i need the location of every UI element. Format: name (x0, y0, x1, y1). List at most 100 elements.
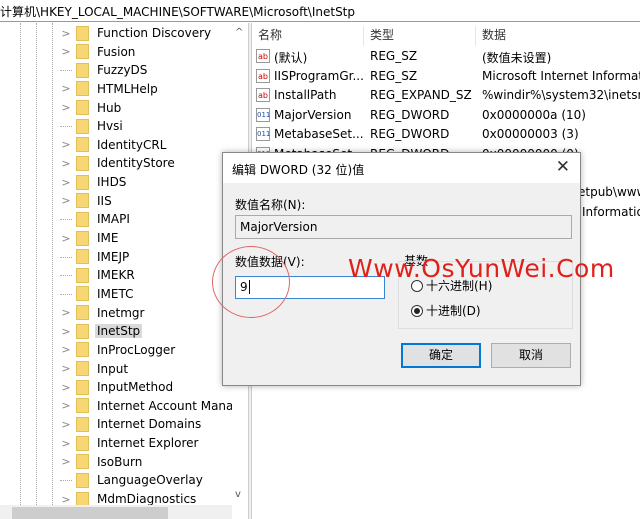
value-name-field: MajorVersion (235, 215, 572, 239)
chevron-right-icon[interactable]: > (60, 362, 72, 375)
chevron-right-icon[interactable]: > (60, 27, 72, 40)
folder-icon (76, 137, 89, 153)
tree-item[interactable]: > Hub (60, 99, 123, 117)
tree-item-label: IMEJP (97, 249, 130, 264)
folder-icon (76, 100, 89, 116)
decimal-radio[interactable]: 十进制(D) (411, 302, 481, 319)
scroll-down-icon[interactable]: v (235, 489, 241, 500)
folder-icon (76, 249, 89, 265)
tree-item[interactable]: > Internet Explorer (60, 434, 200, 452)
value-name: MetabaseSet... (274, 127, 364, 142)
folder-icon (76, 286, 89, 302)
tree-item[interactable]: > IsoBurn (60, 453, 144, 471)
tree-guide (20, 23, 21, 519)
tree-connector (60, 256, 72, 258)
chevron-right-icon[interactable]: > (60, 455, 72, 468)
chevron-right-icon[interactable]: > (60, 45, 72, 58)
chevron-right-icon[interactable]: > (60, 194, 72, 207)
tree-item[interactable]: FuzzyDS (60, 61, 149, 79)
chevron-right-icon[interactable]: > (60, 157, 72, 170)
tree-item-label: Input (97, 361, 129, 376)
string-value-icon: ab (256, 49, 270, 63)
tree-item-label: LanguageOverlay (97, 473, 203, 488)
chevron-right-icon[interactable]: > (60, 418, 72, 431)
registry-tree: > Function Discovery > Fusion FuzzyDS > HTMLHe… (0, 23, 248, 519)
tree-item[interactable]: > IIS (60, 192, 114, 210)
tree-item-label: Internet Account Manage (97, 398, 248, 413)
chevron-right-icon[interactable]: > (60, 176, 72, 189)
tree-item-label: IME (97, 231, 119, 246)
tree-item[interactable]: > InProcLogger (60, 341, 177, 359)
folder-icon (76, 155, 89, 171)
folder-icon (76, 472, 89, 488)
value-name: InstallPath (274, 88, 337, 103)
tree-item[interactable]: > IME (60, 229, 120, 247)
tree-item[interactable]: > Inetmgr (60, 304, 146, 322)
folder-icon (76, 81, 89, 97)
tree-item[interactable]: IMEJP (60, 248, 131, 266)
folder-icon (76, 379, 89, 395)
tree-item[interactable]: > IHDS (60, 173, 128, 191)
folder-icon (76, 25, 89, 41)
value-row[interactable]: 011 MajorVersion REG_DWORD 0x0000000a (10) (252, 106, 640, 125)
ok-button[interactable]: 确定 (401, 343, 481, 368)
value-row[interactable]: ab InstallPath REG_EXPAND_SZ %windir%\syste… (252, 86, 640, 105)
tree-item[interactable]: > IdentityCRL (60, 136, 168, 154)
tree-item[interactable]: LanguageOverlay (60, 471, 205, 489)
tree-horizontal-scrollbar[interactable] (0, 505, 232, 519)
tree-item-label: IMAPI (97, 212, 130, 227)
tree-item[interactable]: > InetStp (60, 322, 143, 340)
tree-item-label: FuzzyDS (97, 63, 148, 78)
tree-item[interactable]: > Input (60, 360, 130, 378)
tree-item[interactable]: Hvsi (60, 117, 125, 135)
scroll-thumb[interactable] (12, 507, 168, 519)
chevron-right-icon[interactable]: > (60, 101, 72, 114)
chevron-right-icon[interactable]: > (60, 138, 72, 151)
chevron-right-icon[interactable]: > (60, 343, 72, 356)
tree-item-label: IMETC (97, 286, 134, 301)
column-header-data[interactable]: 数据 (476, 26, 640, 46)
chevron-right-icon[interactable]: > (60, 493, 72, 506)
chevron-right-icon[interactable]: > (60, 325, 72, 338)
scroll-up-icon[interactable]: ^ (235, 27, 243, 38)
value-type: REG_SZ (370, 49, 418, 63)
column-header-type[interactable]: 类型 (364, 26, 476, 46)
value-data: 0x00000003 (3) (482, 127, 579, 142)
chevron-right-icon[interactable]: > (60, 381, 72, 394)
decimal-label: 十进制(D) (426, 304, 481, 318)
value-row[interactable]: ab (默认) REG_SZ (数值未设置) (252, 47, 640, 66)
chevron-right-icon[interactable]: > (60, 399, 72, 412)
value-row[interactable]: 011 MetabaseSet... REG_DWORD 0x00000003 (3) (252, 125, 640, 144)
tree-item[interactable]: > Fusion (60, 43, 137, 61)
value-type: REG_DWORD (370, 127, 450, 142)
value-row[interactable]: ab IISProgramGr... REG_SZ Microsoft Interne… (252, 67, 640, 86)
tree-item[interactable]: > Function Discovery (60, 24, 213, 42)
tree-item[interactable]: IMETC (60, 285, 135, 303)
address-bar[interactable]: 计算机\HKEY_LOCAL_MACHINE\SOFTWARE\Microsof… (0, 0, 640, 22)
tree-item-label: InputMethod (97, 380, 174, 395)
value-data: 0x0000000a (10) (482, 107, 586, 122)
tree-item[interactable]: > InputMethod (60, 378, 175, 396)
tree-connector (60, 70, 72, 72)
chevron-right-icon[interactable]: > (60, 82, 72, 95)
chevron-right-icon[interactable]: > (60, 232, 72, 245)
tree-item[interactable]: > Internet Account Manage (60, 397, 248, 415)
tree-item[interactable]: > HTMLHelp (60, 80, 160, 98)
chevron-right-icon[interactable]: > (60, 306, 72, 319)
close-icon[interactable]: ✕ (556, 157, 570, 177)
tree-connector (60, 480, 72, 482)
column-header-name[interactable]: 名称 (252, 26, 364, 46)
cancel-button[interactable]: 取消 (491, 343, 571, 368)
tree-item-label: Internet Domains (97, 417, 202, 432)
value-name: MajorVersion (274, 107, 352, 122)
folder-icon (76, 230, 89, 246)
folder-icon (76, 305, 89, 321)
tree-item[interactable]: IMAPI (60, 210, 132, 228)
tree-item[interactable]: > IdentityStore (60, 154, 177, 172)
value-type: REG_DWORD (370, 107, 450, 122)
tree-item[interactable]: > Internet Domains (60, 415, 203, 433)
tree-connector (60, 293, 72, 295)
tree-item[interactable]: IMEKR (60, 266, 137, 284)
dialog-title: 编辑 DWORD (32 位)值 (232, 163, 365, 177)
chevron-right-icon[interactable]: > (60, 437, 72, 450)
